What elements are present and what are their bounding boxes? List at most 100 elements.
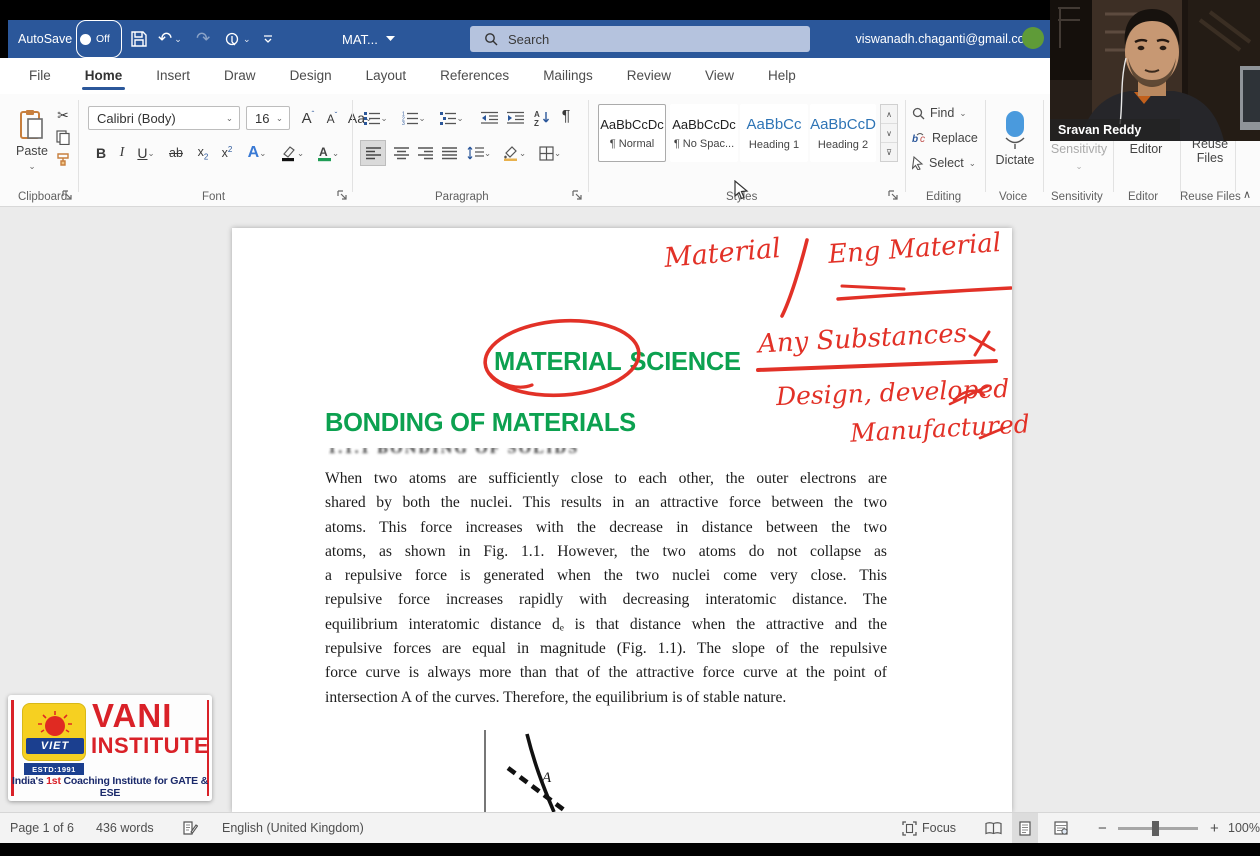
bullets-button[interactable]: ⌄ [362,108,390,128]
proofing-icon [182,820,198,836]
style-normal[interactable]: AaBbCcDc ¶ Normal [598,104,666,162]
style-heading1-preview: AaBbCc [746,116,801,133]
page-indicator[interactable]: Page 1 of 6 [10,813,74,843]
paste-button[interactable]: Paste ⌄ [10,100,54,180]
increase-indent-icon [507,111,524,125]
decrease-indent-button[interactable] [478,108,500,128]
subscript-button[interactable]: x2 [192,142,214,164]
styles-scroll-up-icon[interactable]: ∧ [881,105,897,124]
underline-button[interactable]: U⌄ [132,142,160,164]
show-formatting-button[interactable]: ¶ [556,106,576,128]
align-left-button[interactable] [360,140,386,166]
justify-icon [442,147,457,160]
style-no-spacing[interactable]: AaBbCcDc ¶ No Spac... [670,104,738,162]
zoom-slider-handle[interactable] [1152,821,1159,836]
tab-mailings[interactable]: Mailings [526,58,610,94]
undo-dropdown-icon: ⌄ [174,34,182,45]
collapse-ribbon-icon: ∧ [1243,188,1251,201]
select-button[interactable]: Select ⌄ [912,152,976,174]
undo-button[interactable]: ↶⌄ [158,20,182,58]
paragraph-dialog-launcher[interactable] [572,190,584,202]
read-mode-icon [985,822,1002,835]
account-avatar[interactable] [1022,27,1044,49]
cut-button[interactable]: ✂ [52,106,74,124]
borders-button[interactable]: ⌄ [534,142,566,164]
word-count[interactable]: 436 words [96,813,154,843]
save-button[interactable] [130,20,148,58]
styles-dialog-launcher[interactable] [888,190,900,202]
copy-button[interactable] [52,128,74,146]
tab-help[interactable]: Help [751,58,813,94]
format-painter-button[interactable] [52,150,74,168]
collapse-ribbon-button[interactable]: ∧ [1238,186,1256,202]
status-bar: Page 1 of 6 436 words English (United Ki… [0,812,1260,843]
style-heading2[interactable]: AaBbCcD Heading 2 [810,104,876,162]
quick-access-customize-button[interactable] [262,20,274,58]
text-effects-button[interactable]: A⌄ [242,142,272,164]
align-center-button[interactable] [390,142,412,164]
multilevel-list-button[interactable]: ⌄ [438,108,466,128]
language-indicator[interactable]: English (United Kingdom) [222,813,364,843]
increase-indent-button[interactable] [504,108,526,128]
autosave-toggle-dot [80,34,91,45]
editor-button-label: Editor [1130,142,1163,156]
document-page[interactable]: Material Eng Material Any Substances Des… [232,228,1012,812]
paste-dropdown-icon: ⌄ [28,161,35,172]
web-layout-button[interactable] [1048,813,1074,843]
read-mode-button[interactable] [980,813,1006,843]
print-layout-button[interactable] [1012,813,1038,843]
font-family-select[interactable]: Calibri (Body) ⌄ [88,106,240,130]
font-dialog-launcher[interactable] [337,190,349,202]
grow-font-button[interactable]: Aˆ [298,108,318,128]
zoom-out-button[interactable]: − [1098,813,1107,843]
sensitivity-button[interactable]: Sensitivity [1048,140,1110,158]
replace-label: Replace [932,131,978,145]
align-right-button[interactable] [414,142,436,164]
numbering-button[interactable]: 1 2 3 ⌄ [400,108,428,128]
redo-button[interactable]: ↷ [196,20,210,58]
tab-review[interactable]: Review [610,58,688,94]
tab-file[interactable]: File [12,58,68,94]
editor-button[interactable]: Editor [1120,140,1172,158]
tab-design[interactable]: Design [273,58,349,94]
tab-layout[interactable]: Layout [349,58,424,94]
tab-references[interactable]: References [423,58,526,94]
tab-draw[interactable]: Draw [207,58,273,94]
sort-button[interactable]: A Z [530,106,554,128]
tab-view[interactable]: View [688,58,751,94]
strikethrough-button[interactable]: ab [164,142,188,164]
style-heading1[interactable]: AaBbCc Heading 1 [740,104,808,162]
touch-mouse-mode-button[interactable]: ⌄ [224,20,251,58]
tab-home[interactable]: Home [68,58,140,94]
focus-icon [902,821,917,836]
zoom-level[interactable]: 100% [1228,813,1260,843]
find-dropdown-icon: ⌄ [959,108,966,119]
shrink-font-button[interactable]: Aˇ [322,108,342,128]
document-title-button[interactable]: MAT... [342,20,395,58]
bold-button[interactable]: B [92,142,110,164]
zoom-in-button[interactable]: + [1210,813,1219,843]
dictate-button[interactable]: Dictate [992,100,1038,178]
focus-mode-button[interactable]: Focus [902,813,956,843]
shading-button[interactable]: ⌄ [498,142,530,164]
underline-icon: U [137,145,147,161]
justify-button[interactable] [438,142,460,164]
proofing-status-button[interactable] [182,813,198,843]
font-color-button[interactable]: A ⌄ [312,142,344,164]
styles-scroll-down-icon[interactable]: ∨ [881,124,897,143]
font-size-select[interactable]: 16 ⌄ [246,106,290,130]
autosave-toggle[interactable]: Off [76,20,122,58]
tab-insert[interactable]: Insert [139,58,207,94]
italic-button[interactable]: I [114,142,130,164]
styles-gallery-more-icon[interactable]: ⊽ [881,143,897,161]
webcam-video-tile[interactable]: Sravan Reddy [1050,0,1260,141]
search-input[interactable]: Search [470,26,810,52]
style-normal-name: ¶ Normal [610,138,654,150]
line-spacing-button[interactable]: ⌄ [464,142,494,164]
account-email[interactable]: viswanadh.chaganti@gmail.com [856,20,1035,58]
replace-button[interactable]: b c Replace [912,127,978,149]
highlight-button[interactable]: ⌄ [276,142,308,164]
clipboard-dialog-launcher[interactable] [62,190,74,202]
find-button[interactable]: Find ⌄ [912,102,966,124]
superscript-button[interactable]: x2 [216,142,238,164]
